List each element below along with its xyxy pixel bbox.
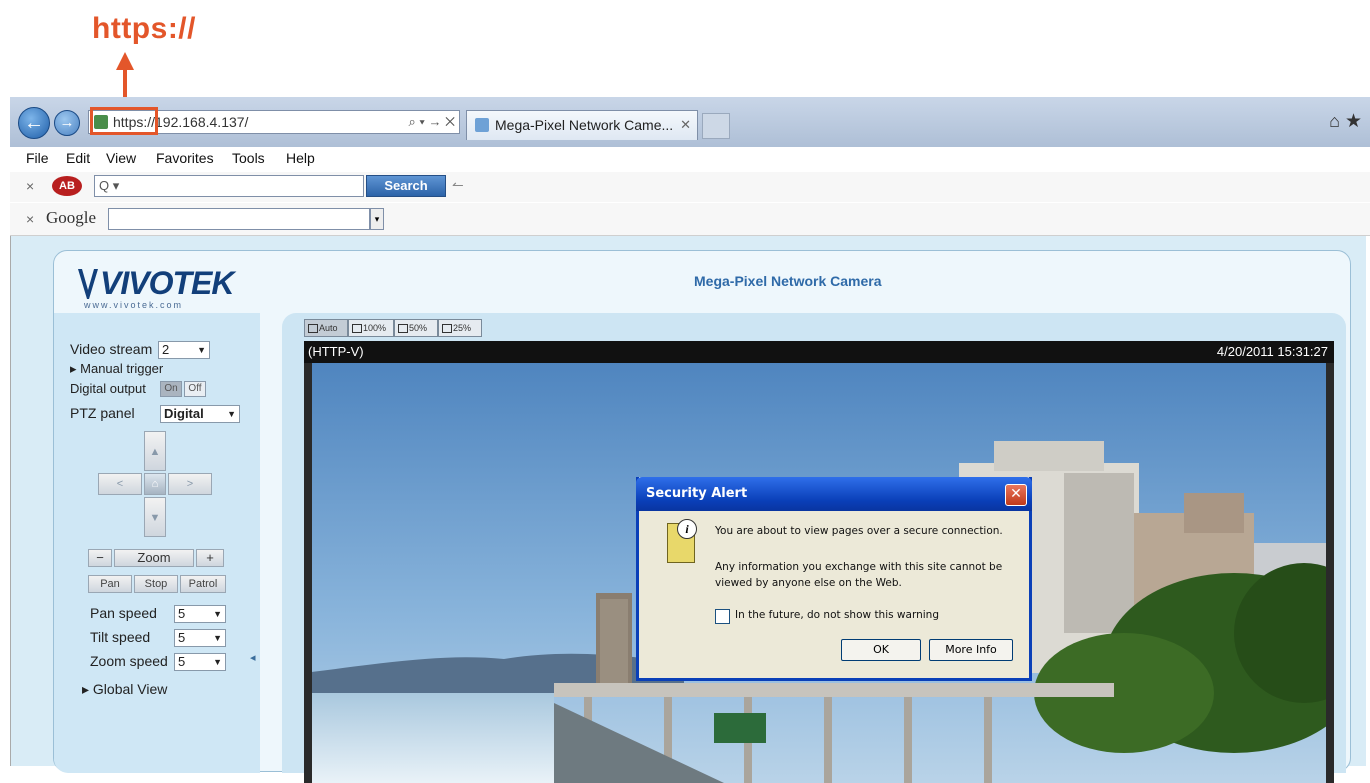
- chevron-down-icon: ▼: [227, 409, 236, 419]
- more-info-button[interactable]: More Info: [929, 639, 1013, 661]
- resolution-25-button[interactable]: 25%: [438, 319, 482, 337]
- chevron-down-icon: ▼: [213, 633, 222, 643]
- pan-button[interactable]: Pan: [88, 575, 132, 593]
- vivotek-logo-text: VIVOTEK: [100, 265, 234, 301]
- zoom-in-button[interactable]: +: [196, 549, 224, 567]
- menu-file[interactable]: File: [26, 150, 49, 166]
- google-logo: Google: [46, 208, 97, 227]
- tilt-speed-label: Tilt speed: [90, 629, 151, 645]
- ptz-panel-value: Digital: [164, 406, 204, 421]
- star-icon[interactable]: ★: [1345, 110, 1362, 133]
- new-tab-button[interactable]: [702, 113, 730, 139]
- dont-show-warning-label[interactable]: In the future, do not show this warning: [735, 609, 939, 621]
- collapse-panel-icon[interactable]: ◂: [250, 651, 256, 664]
- dialog-detail: Any information you exchange with this s…: [715, 561, 1003, 589]
- back-button[interactable]: ←: [18, 107, 50, 139]
- tab-close-icon[interactable]: ✕: [680, 111, 691, 139]
- menu-help[interactable]: Help: [286, 150, 315, 166]
- tilt-speed-select[interactable]: 5 ▼: [174, 629, 226, 647]
- video-stream-value: 2: [162, 342, 170, 357]
- video-stream-label: Video stream: [70, 341, 153, 357]
- ptz-right-button[interactable]: >: [168, 473, 212, 495]
- video-protocol: (HTTP-V): [308, 344, 364, 359]
- toolbar-logo[interactable]: AB: [52, 176, 82, 196]
- tab-label: Mega-Pixel Network Came...: [495, 117, 674, 133]
- chevron-down-icon: ▼: [213, 657, 222, 667]
- google-dropdown-button[interactable]: ▾: [370, 208, 384, 230]
- browser-titlebar: ← → https://192.168.4.137/ ⌕ ▾ → ✕ Mega-…: [10, 97, 1370, 148]
- home-icon[interactable]: ⌂: [1329, 111, 1340, 132]
- https-highlight-box: [90, 107, 158, 135]
- digital-output-off-button[interactable]: Off: [184, 381, 206, 397]
- info-icon: i: [677, 519, 697, 539]
- forward-button[interactable]: →: [54, 110, 80, 136]
- chevron-down-icon: ▼: [197, 345, 206, 355]
- ptz-home-button[interactable]: ⌂: [144, 473, 166, 495]
- patrol-button[interactable]: Patrol: [180, 575, 226, 593]
- menu-edit[interactable]: Edit: [66, 150, 90, 166]
- ptz-left-button[interactable]: <: [98, 473, 142, 495]
- toolbar-options-icon[interactable]: ↼: [452, 177, 464, 194]
- menu-view[interactable]: View: [106, 150, 136, 166]
- resolution-50-button[interactable]: 50%: [394, 319, 438, 337]
- dialog-titlebar: Security Alert ✕: [636, 477, 1032, 511]
- digital-output-on-button[interactable]: On: [160, 381, 182, 397]
- menu-bar: File Edit View Favorites Tools Help: [10, 147, 1370, 171]
- toolbar-close-icon[interactable]: ×: [26, 178, 34, 194]
- chevron-down-icon: ▼: [213, 609, 222, 619]
- address-controls[interactable]: ⌕ ▾ → ✕: [409, 111, 455, 133]
- manual-trigger-toggle[interactable]: ▸ Manual trigger: [70, 361, 163, 377]
- zoom-speed-label: Zoom speed: [90, 653, 168, 669]
- dont-show-warning-checkbox[interactable]: [715, 609, 730, 624]
- digital-output-label: Digital output: [70, 381, 146, 396]
- google-toolbar: × Google ▾: [10, 203, 1370, 236]
- dialog-message: You are about to view pages over a secur…: [715, 525, 1003, 537]
- toolbar-search-input[interactable]: Q ▾: [94, 175, 364, 197]
- tab-page-icon: [475, 118, 489, 132]
- tilt-speed-value: 5: [178, 630, 186, 645]
- stop-button[interactable]: Stop: [134, 575, 178, 593]
- search-button[interactable]: Search: [366, 175, 446, 197]
- pan-speed-select[interactable]: 5 ▼: [174, 605, 226, 623]
- video-border-left: [304, 363, 312, 783]
- ok-button[interactable]: OK: [841, 639, 921, 661]
- google-toolbar-close-icon[interactable]: ×: [26, 211, 34, 227]
- ptz-panel-label: PTZ panel: [70, 405, 135, 421]
- video-timestamp: 4/20/2011 15:31:27: [1216, 344, 1328, 359]
- page-title: Mega-Pixel Network Camera: [694, 273, 882, 289]
- zoom-speed-select[interactable]: 5 ▼: [174, 653, 226, 671]
- vivotek-logo-url: www.vivotek.com: [84, 300, 184, 310]
- menu-tools[interactable]: Tools: [232, 150, 265, 166]
- dialog-title: Security Alert: [646, 486, 748, 501]
- ptz-up-button[interactable]: ▲: [144, 431, 166, 471]
- zoom-label: Zoom: [114, 549, 194, 567]
- ptz-down-button[interactable]: ▼: [144, 497, 166, 537]
- video-border-right: [1326, 363, 1334, 783]
- menu-favorites[interactable]: Favorites: [156, 150, 214, 166]
- ptz-panel-select[interactable]: Digital ▼: [160, 405, 240, 423]
- resolution-100-button[interactable]: 100%: [348, 319, 394, 337]
- https-annotation-label: https://: [92, 12, 196, 45]
- vivotek-logo: VIVOTEK www.vivotek.com: [78, 265, 246, 311]
- resolution-auto-button[interactable]: Auto: [304, 319, 348, 337]
- video-status-bar: (HTTP-V) 4/20/2011 15:31:27: [304, 341, 1334, 363]
- search-toolbar: × AB Q ▾ Search ↼: [10, 172, 1370, 202]
- security-alert-dialog: Security Alert ✕ i You are about to view…: [636, 477, 1032, 681]
- zoom-speed-value: 5: [178, 654, 186, 669]
- google-search-input[interactable]: [108, 208, 370, 230]
- global-view-toggle[interactable]: ▸ Global View: [82, 681, 167, 698]
- control-panel: Video stream 2 ▼ ▸ Manual trigger Digita…: [54, 313, 260, 773]
- dialog-close-button[interactable]: ✕: [1005, 484, 1027, 506]
- pan-speed-value: 5: [178, 606, 186, 621]
- video-stream-select[interactable]: 2 ▼: [158, 341, 210, 359]
- vivotek-logo-mark: [78, 269, 98, 299]
- zoom-out-button[interactable]: −: [88, 549, 112, 567]
- tab-mega-pixel-network-camera[interactable]: Mega-Pixel Network Came... ✕: [466, 110, 698, 140]
- pan-speed-label: Pan speed: [90, 605, 157, 621]
